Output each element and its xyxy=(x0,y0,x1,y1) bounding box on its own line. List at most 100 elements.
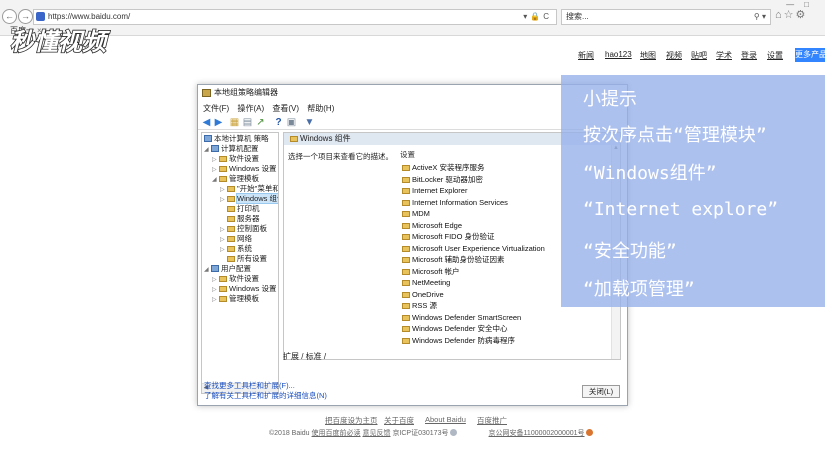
toolbar-forward-icon[interactable]: ▶ xyxy=(213,117,224,128)
toolbar-list-icon[interactable]: ▤ xyxy=(242,117,253,128)
feedback-link[interactable]: 意见反馈 xyxy=(362,430,390,437)
settings-list-item-label: BitLocker 驱动器加密 xyxy=(412,174,483,184)
address-controls[interactable]: ▾🔒C xyxy=(523,10,552,24)
home-icon[interactable]: ⌂ xyxy=(775,9,784,21)
nav-hao123-link[interactable]: hao123 xyxy=(605,50,632,59)
nav-news-link[interactable]: 新闻 xyxy=(578,50,594,61)
toolbar-export-icon[interactable]: ↗ xyxy=(255,117,266,128)
menu-file[interactable]: 文件(F) xyxy=(203,104,229,113)
footer-about-baidu-en-link[interactable]: About Baidu xyxy=(425,415,466,424)
tree-node-all-settings[interactable]: 所有设置 xyxy=(227,254,267,264)
footer-set-homepage-link[interactable]: 把百度设为主页 xyxy=(325,415,378,426)
window-controls[interactable]: —□ xyxy=(786,0,819,9)
tree-node-user-config[interactable]: ◢ 用户配置 xyxy=(204,264,251,274)
tree-node-printers[interactable]: 打印机 xyxy=(227,204,260,214)
toolbar-properties-icon[interactable]: ▣ xyxy=(286,117,297,128)
tree-node-windows-settings[interactable]: ▷ Windows 设置 xyxy=(212,164,277,174)
settings-gear-icon[interactable]: ⚙ xyxy=(796,9,808,21)
settings-list-item[interactable]: Windows Defender SmartScreen xyxy=(402,312,612,324)
menu-view[interactable]: 查看(V) xyxy=(272,104,299,113)
tree-node-user-admin-templates[interactable]: ▷ 管理模板 xyxy=(212,294,259,304)
folder-icon xyxy=(402,326,410,332)
tree-node-software-settings[interactable]: ▷ 软件设置 xyxy=(212,154,259,164)
settings-list-item-label: OneDrive xyxy=(412,289,444,299)
tree-node-user-windows-settings[interactable]: ▷ Windows 设置 xyxy=(212,284,277,294)
description-text: 选择一个项目来查看它的描述。 xyxy=(288,152,393,161)
tree-node-system[interactable]: ▷ 系统 xyxy=(220,244,252,254)
footer-baidu-promotion-link[interactable]: 百度推广 xyxy=(477,415,507,426)
back-button[interactable]: ← xyxy=(2,9,17,24)
nav-settings-link[interactable]: 设置 xyxy=(767,50,783,61)
toolbar-folder-icon[interactable]: ▦ xyxy=(229,117,240,128)
browser-search-box[interactable]: 搜索... ⚲ ▾ xyxy=(561,9,771,25)
police-record-link[interactable]: 京公网安备11000002000001号 xyxy=(489,430,585,437)
user-icon xyxy=(211,265,219,272)
learn-more-link[interactable]: 了解有关工具栏和扩展的详细信息(N) xyxy=(204,391,327,401)
folder-icon xyxy=(402,291,410,298)
nav-login-link[interactable]: 登录 xyxy=(741,50,757,61)
favorites-star-icon[interactable]: ☆ xyxy=(784,9,796,21)
settings-list-item-label: Microsoft 辅助身份验证因素 xyxy=(412,255,505,264)
close-button[interactable]: 关闭(L) xyxy=(582,385,620,398)
forward-button[interactable]: → xyxy=(18,9,33,24)
terms-link[interactable]: 使用百度前必读 xyxy=(312,430,361,437)
tip-line-3: “Internet explore” xyxy=(583,199,779,220)
collapse-icon[interactable]: ◢ xyxy=(204,145,211,155)
nav-xueshu-link[interactable]: 学术 xyxy=(716,50,732,61)
icp-text: 京ICP证030173号 xyxy=(392,430,449,437)
toolbar-back-icon[interactable]: ◀ xyxy=(201,117,212,128)
list-column-header[interactable]: 设置 xyxy=(400,149,415,160)
browser-toolbar-icons[interactable]: ⌂☆⚙ xyxy=(775,8,807,21)
footer-about-baidu-link[interactable]: 关于百度 xyxy=(384,415,414,426)
nav-map-link[interactable]: 地图 xyxy=(640,50,656,61)
collapse-icon[interactable]: ◢ xyxy=(212,175,219,185)
tree-node-start-menu[interactable]: ▷"开始"菜单和任 xyxy=(220,184,278,194)
tree-node-server[interactable]: 服务器 xyxy=(227,214,260,224)
nav-tieba-link[interactable]: 贴吧 xyxy=(691,50,707,61)
settings-list-item-label: Windows Defender 安全中心 xyxy=(412,324,508,333)
tree-node-control-panel[interactable]: ▷ 控制面板 xyxy=(220,224,267,234)
collapse-icon[interactable]: ◢ xyxy=(204,265,211,275)
folder-icon xyxy=(402,211,410,217)
settings-list-item[interactable]: Windows Defender 安全中心 xyxy=(402,323,612,335)
folder-icon xyxy=(227,226,235,232)
tip-line-4: “安全功能” xyxy=(583,241,677,262)
tree-node-admin-templates[interactable]: ◢ 管理模板 xyxy=(212,174,259,184)
menu-help[interactable]: 帮助(H) xyxy=(307,104,334,113)
search-magnifier-icon[interactable]: ⚲ ▾ xyxy=(754,10,766,24)
copyright-text: ©2018 Baidu xyxy=(269,430,310,437)
settings-list-item-label: MDM xyxy=(412,209,430,218)
expand-icon[interactable]: ▷ xyxy=(212,295,219,305)
nav-video-link[interactable]: 视频 xyxy=(666,50,682,61)
folder-icon xyxy=(219,176,227,182)
folder-icon xyxy=(402,165,410,171)
view-tabs[interactable]: 扩展 / 标准 / xyxy=(283,351,326,362)
menu-action[interactable]: 操作(A) xyxy=(237,104,264,113)
tree-node-user-software-settings[interactable]: ▷ 软件设置 xyxy=(212,274,259,284)
settings-list-item-label: Internet Information Services xyxy=(412,197,508,207)
folder-icon xyxy=(402,245,410,252)
settings-list-item-label: Microsoft FIDO 身份验证 xyxy=(412,232,495,241)
tree-node-network[interactable]: ▷ 网络 xyxy=(220,234,252,244)
expand-icon[interactable]: ▷ xyxy=(220,195,227,205)
expand-icon[interactable]: ▷ xyxy=(220,245,227,255)
folder-icon xyxy=(402,268,410,275)
folder-icon xyxy=(402,337,410,344)
folder-icon xyxy=(402,303,410,309)
logo-text: 秒懂视频 xyxy=(10,28,111,56)
find-more-toolbars-link[interactable]: 查找更多工具栏和扩展(F)... xyxy=(204,381,327,391)
folder-icon xyxy=(227,246,235,252)
settings-list-item[interactable]: Windows Defender 防病毒程序 xyxy=(402,335,612,347)
more-products-button[interactable]: 更多产品 xyxy=(795,48,825,62)
settings-list-item-label: Microsoft User Experience Virtualization xyxy=(412,243,545,253)
folder-icon xyxy=(402,314,410,321)
toolbar-help-icon[interactable]: ? xyxy=(273,117,284,128)
folder-icon xyxy=(227,236,235,242)
tree-node-windows-components[interactable]: ▷Windows 组件 xyxy=(220,193,278,205)
policy-tree[interactable]: 本地计算机 策略 ◢ 计算机配置 ▷ 软件设置 ▷ Windows 设置 ◢ 管理模板 … xyxy=(201,132,279,394)
toolbar-filter-icon[interactable]: ▼ xyxy=(304,117,315,128)
address-url: https://www.baidu.com/ xyxy=(48,12,131,21)
tree-node-root[interactable]: 本地计算机 策略 xyxy=(204,134,269,144)
police-badge-icon xyxy=(586,429,594,436)
tree-node-computer-config[interactable]: ◢ 计算机配置 xyxy=(204,144,259,154)
